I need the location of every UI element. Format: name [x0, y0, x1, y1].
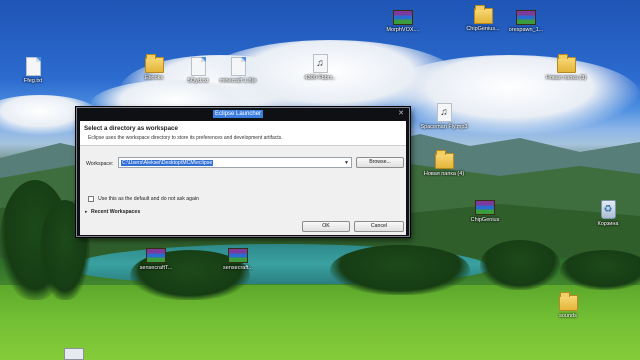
mp3-file-icon: ♫ [436, 103, 452, 122]
dialog-titlebar[interactable]: Eclipse Launcher ✕ [77, 108, 409, 120]
workspace-path-value[interactable]: C:\Users\Aleksei\Desktop\MCM\eclipse [121, 160, 214, 166]
rar-archive-icon [475, 200, 495, 215]
desktop-icon-label: Новая папка (3) [545, 75, 587, 81]
partial-file-icon[interactable] [64, 348, 84, 360]
tree [330, 245, 470, 295]
desktop-icon-label: ChipGenius... [466, 26, 500, 32]
dialog-title: Eclipse Launcher [213, 110, 264, 118]
text-file-icon [190, 57, 206, 76]
workspace-combobox[interactable]: C:\Users\Aleksei\Desktop\MCM\eclipse ▼ [118, 157, 352, 168]
rar-archive-icon [393, 10, 413, 25]
dialog-header: Select a directory as workspace Eclipse … [80, 121, 406, 146]
desktop-icon-label: ChipGenius [470, 217, 500, 223]
desktop-icon-morphvox[interactable]: MorphVOX.... [375, 10, 431, 34]
folder-icon [473, 5, 493, 24]
desktop-icon-misc[interactable]: minecraft 1.8(e [210, 57, 266, 85]
desktop-icon-new-folder-3[interactable]: Новая папка (3) [538, 54, 594, 82]
desktop-icon-label: sensecraft... [223, 265, 253, 271]
desktop-icon-ffeg[interactable]: Ffeg.txt [5, 57, 61, 85]
desktop-icon-sensecraft-1[interactable]: sensecraftT... [128, 248, 184, 272]
mp3-file-icon: ♫ [312, 54, 328, 73]
rar-archive-icon [516, 10, 536, 25]
desktop-icon-chipgenius[interactable]: ChipGenius [457, 200, 513, 224]
dialog-body: Select a directory as workspace Eclipse … [80, 121, 406, 235]
desktop-icon-sensecraft-2[interactable]: sensecraft... [210, 248, 266, 272]
default-workspace-label[interactable]: Use this as the default and do not ask a… [98, 196, 199, 202]
folder-icon [144, 54, 164, 73]
close-icon[interactable]: ✕ [396, 109, 406, 118]
chevron-down-icon[interactable]: ▼ [343, 159, 350, 167]
browse-button[interactable]: Browse... [356, 157, 404, 168]
desktop-background: Ffeg.txt Ebooks 5Oyd.txt minecraft 1.8(e… [0, 0, 640, 360]
folder-icon [434, 150, 454, 169]
workspace-label: Workspace: [86, 161, 114, 167]
desktop-icon-label: sounds [559, 313, 577, 319]
desktop-icon-label: minecraft 1.8(e [219, 78, 257, 84]
desktop-icon-label: orespawn_1... [508, 27, 544, 33]
desktop-icon-mp3-top[interactable]: ♫ 4300 Fbbrs.. [292, 54, 348, 82]
desktop-icon-label: Spaceman Fly.mp3 [420, 124, 468, 130]
tree [560, 250, 640, 290]
expand-arrow-icon[interactable]: ▸ [85, 209, 88, 215]
ok-button[interactable]: OK [302, 221, 350, 232]
recent-workspaces-toggle[interactable]: Recent Workspaces [91, 209, 140, 215]
desktop-icon-recycle-bin[interactable]: ♻ Корзина [580, 200, 636, 228]
folder-icon [558, 292, 578, 311]
tree [480, 240, 560, 290]
desktop-icon-label: MorphVOX.... [386, 27, 420, 33]
desktop-icon-new-folder-4[interactable]: Новая папка (4) [416, 150, 472, 178]
desktop-icon-sounds[interactable]: sounds [540, 292, 596, 320]
header-subtitle: Eclipse uses the workspace directory to … [88, 135, 283, 141]
desktop-icon-label: Ffeg.txt [23, 78, 43, 84]
text-file-icon [25, 57, 41, 76]
rar-archive-icon [228, 248, 248, 263]
desktop-icon-label: sensecraftT... [139, 265, 173, 271]
text-file-icon [230, 57, 246, 76]
desktop-icon-orespawn[interactable]: orespawn_1... [498, 10, 554, 34]
rar-archive-icon [146, 248, 166, 263]
desktop-icon-label: 5Oyd.txt [187, 78, 209, 84]
eclipse-launcher-dialog: Eclipse Launcher ✕ Select a directory as… [76, 107, 410, 237]
desktop-icon-label: 4300 Fbbrs.. [304, 75, 336, 81]
desktop-icon-label: Новая папка (4) [423, 171, 465, 177]
desktop-icon-spaceman[interactable]: ♫ Spaceman Fly.mp3 [416, 103, 472, 131]
header-title: Select a directory as workspace [84, 125, 178, 132]
cancel-button[interactable]: Cancel [354, 221, 404, 232]
folder-icon [556, 54, 576, 73]
default-workspace-checkbox[interactable] [88, 196, 94, 202]
recycle-bin-icon: ♻ [600, 200, 616, 219]
desktop-icon-label: Ebooks [144, 75, 164, 81]
desktop-icon-label: Корзина [597, 221, 619, 227]
